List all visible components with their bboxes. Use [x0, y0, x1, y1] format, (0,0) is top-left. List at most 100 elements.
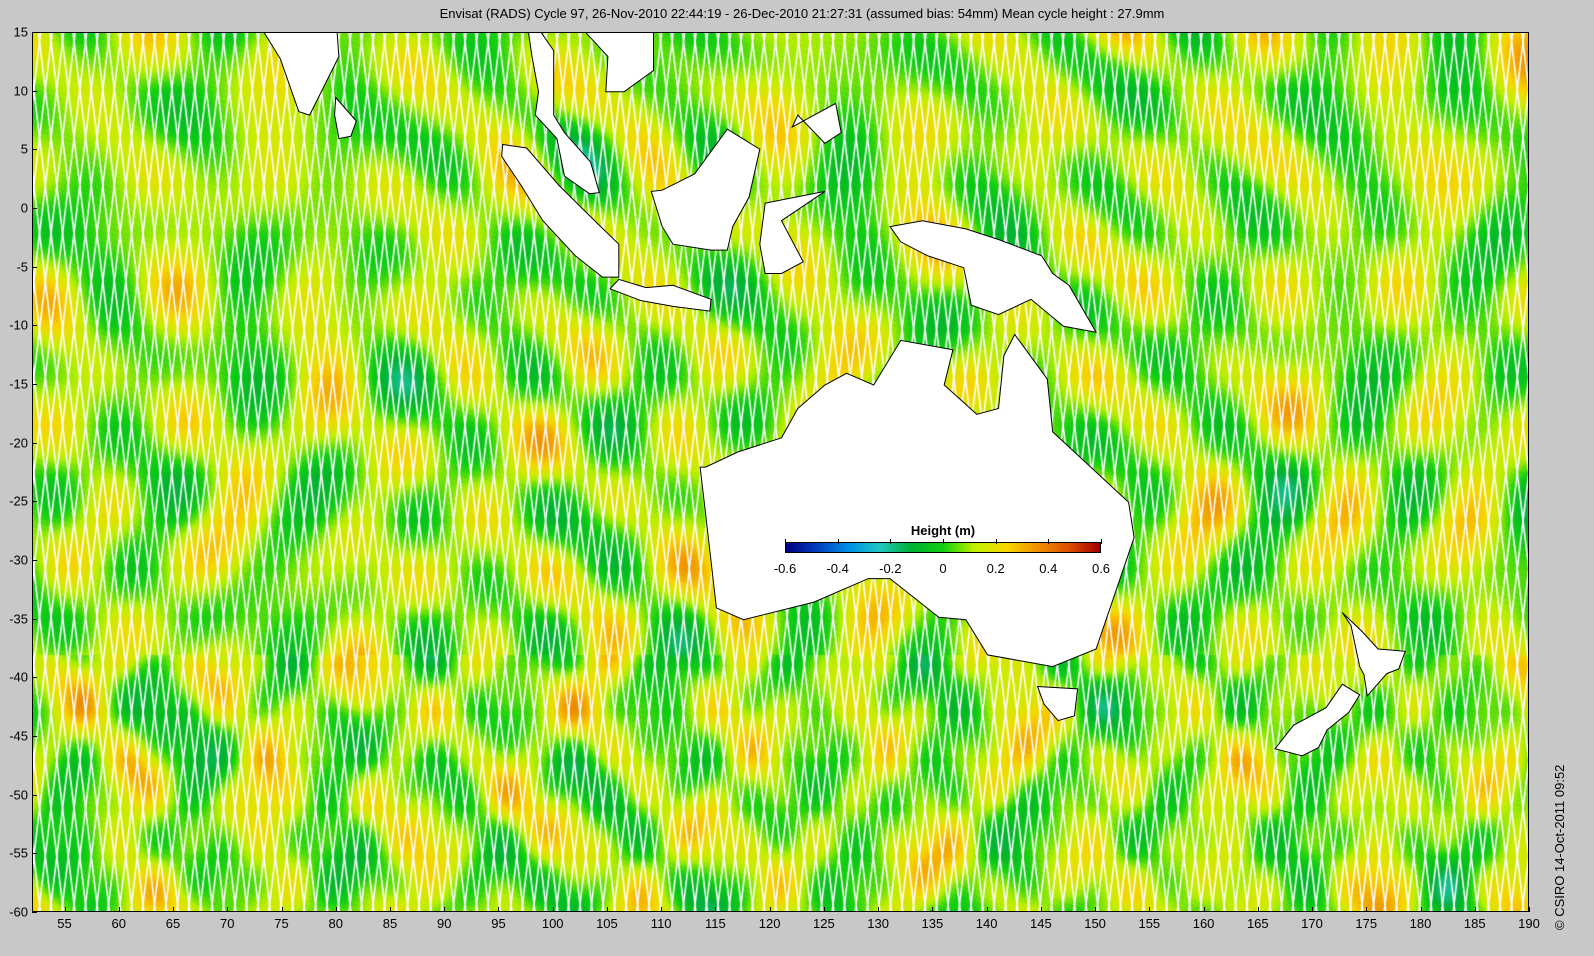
x-tick-mark	[1257, 907, 1259, 912]
x-tick-mark	[498, 907, 500, 912]
x-tick-mark	[1312, 907, 1314, 912]
y-tick-mark	[32, 853, 37, 855]
coastlines	[263, 33, 1407, 757]
x-tick-label: 160	[1192, 916, 1215, 931]
y-tick-label: -45	[9, 728, 28, 744]
y-tick-mark	[32, 912, 37, 913]
y-tick-mark	[32, 794, 37, 796]
x-tick-label: 145	[1029, 916, 1052, 931]
colorbar-tick-label: 0.6	[1091, 561, 1111, 576]
x-tick-label: 130	[867, 916, 889, 931]
y-tick-mark	[32, 208, 37, 209]
colorbar-tick-mark	[837, 539, 839, 544]
y-tick-label: -30	[9, 552, 28, 568]
landmass-sri-lanka	[334, 96, 357, 140]
x-tick-mark	[932, 907, 934, 912]
x-tick-label: 80	[328, 916, 343, 931]
x-tick-label: 170	[1301, 916, 1323, 931]
y-tick-mark	[32, 677, 37, 679]
x-tick-label: 140	[975, 916, 998, 931]
x-tick-mark	[1203, 907, 1205, 912]
colorbar-tick-mark	[1101, 539, 1102, 544]
y-tick-mark	[32, 442, 37, 444]
y-tick-label: -55	[9, 845, 28, 861]
x-tick-label: 60	[111, 916, 127, 931]
x-tick-label: 85	[382, 916, 398, 931]
x-tick-label: 190	[1518, 916, 1540, 931]
x-tick-label: 75	[274, 916, 289, 931]
x-tick-mark	[173, 907, 175, 912]
x-tick-label: 70	[220, 916, 235, 931]
y-tick-mark	[32, 560, 37, 561]
x-tick-label: 150	[1084, 916, 1106, 931]
x-tick-mark	[606, 907, 608, 912]
x-tick-label: 155	[1138, 916, 1161, 931]
colorbar-tick-mark	[943, 539, 944, 544]
x-tick-label: 100	[541, 916, 564, 931]
x-tick-label: 110	[650, 916, 672, 931]
landmass-indochina	[585, 33, 654, 93]
landmass-mindanao	[791, 102, 842, 144]
x-tick-label: 180	[1409, 916, 1432, 931]
colorbar-tick-mark	[890, 539, 892, 544]
x-tick-label: 135	[921, 916, 944, 931]
colorbar-tick-label: -0.4	[826, 561, 849, 576]
x-tick-mark	[715, 907, 717, 912]
y-tick-label: -40	[9, 669, 28, 685]
x-tick-mark	[661, 907, 663, 912]
x-tick-mark	[1366, 907, 1368, 912]
x-tick-mark	[118, 907, 120, 912]
x-tick-mark	[444, 907, 446, 912]
colorbar-title: Height (m)	[910, 523, 976, 538]
y-tick-label: -25	[9, 493, 28, 509]
y-tick-label: 5	[20, 141, 28, 157]
x-tick-mark	[823, 907, 825, 912]
y-tick-label: 0	[20, 200, 28, 216]
colorbar-tick-mark	[1048, 539, 1050, 544]
x-tick-label: 120	[758, 916, 781, 931]
y-tick-mark	[32, 384, 37, 385]
copyright-credit: © CSIRO 14-Oct-2011 09:52	[1552, 764, 1567, 930]
colorbar-tick-label: 0	[939, 561, 947, 576]
x-tick-label: 95	[491, 916, 506, 931]
landmass-sumatra	[501, 143, 620, 278]
y-tick-mark	[32, 736, 37, 737]
x-tick-mark	[1420, 907, 1422, 912]
landmass-java	[609, 278, 712, 312]
y-tick-mark	[32, 325, 37, 327]
y-tick-mark	[32, 266, 37, 268]
colorbar-tick-mark	[995, 539, 997, 544]
x-tick-mark	[335, 907, 337, 912]
landmass-new-guinea	[889, 220, 1098, 333]
y-tick-label: 15	[13, 24, 28, 40]
x-tick-label: 175	[1355, 916, 1378, 931]
x-tick-mark	[552, 907, 554, 912]
x-tick-mark	[227, 907, 229, 912]
y-tick-label: -10	[9, 317, 28, 333]
landmass-new-zealand-north	[1341, 612, 1407, 698]
y-tick-mark	[32, 149, 37, 151]
x-tick-label: 65	[165, 916, 181, 931]
landmass-tasmania	[1036, 685, 1079, 722]
x-tick-label: 125	[813, 916, 835, 931]
x-tick-mark	[1149, 907, 1151, 912]
x-tick-label: 185	[1463, 916, 1486, 931]
y-tick-mark	[32, 90, 37, 92]
y-tick-mark	[32, 618, 37, 620]
landmass-india	[263, 33, 340, 116]
map-plot-area[interactable]: Height (m) -0.6 -0.4 -0.2 0 0.2 0.4 0.6	[32, 32, 1529, 912]
x-tick-mark	[769, 907, 771, 912]
colorbar-tick-label: -0.2	[879, 561, 902, 576]
y-tick-label: -35	[9, 611, 28, 627]
landmass-borneo	[650, 128, 761, 251]
x-tick-mark	[1474, 907, 1476, 912]
x-tick-mark	[64, 907, 66, 912]
landmass-australia	[699, 333, 1135, 668]
x-tick-mark	[878, 907, 880, 912]
x-tick-label: 90	[436, 916, 452, 931]
y-tick-mark	[32, 32, 37, 33]
colorbar-tick-label: -0.6	[773, 561, 797, 576]
y-tick-label: -20	[9, 435, 28, 451]
landmass-new-zealand-south	[1274, 683, 1361, 757]
x-tick-mark	[1040, 907, 1042, 912]
